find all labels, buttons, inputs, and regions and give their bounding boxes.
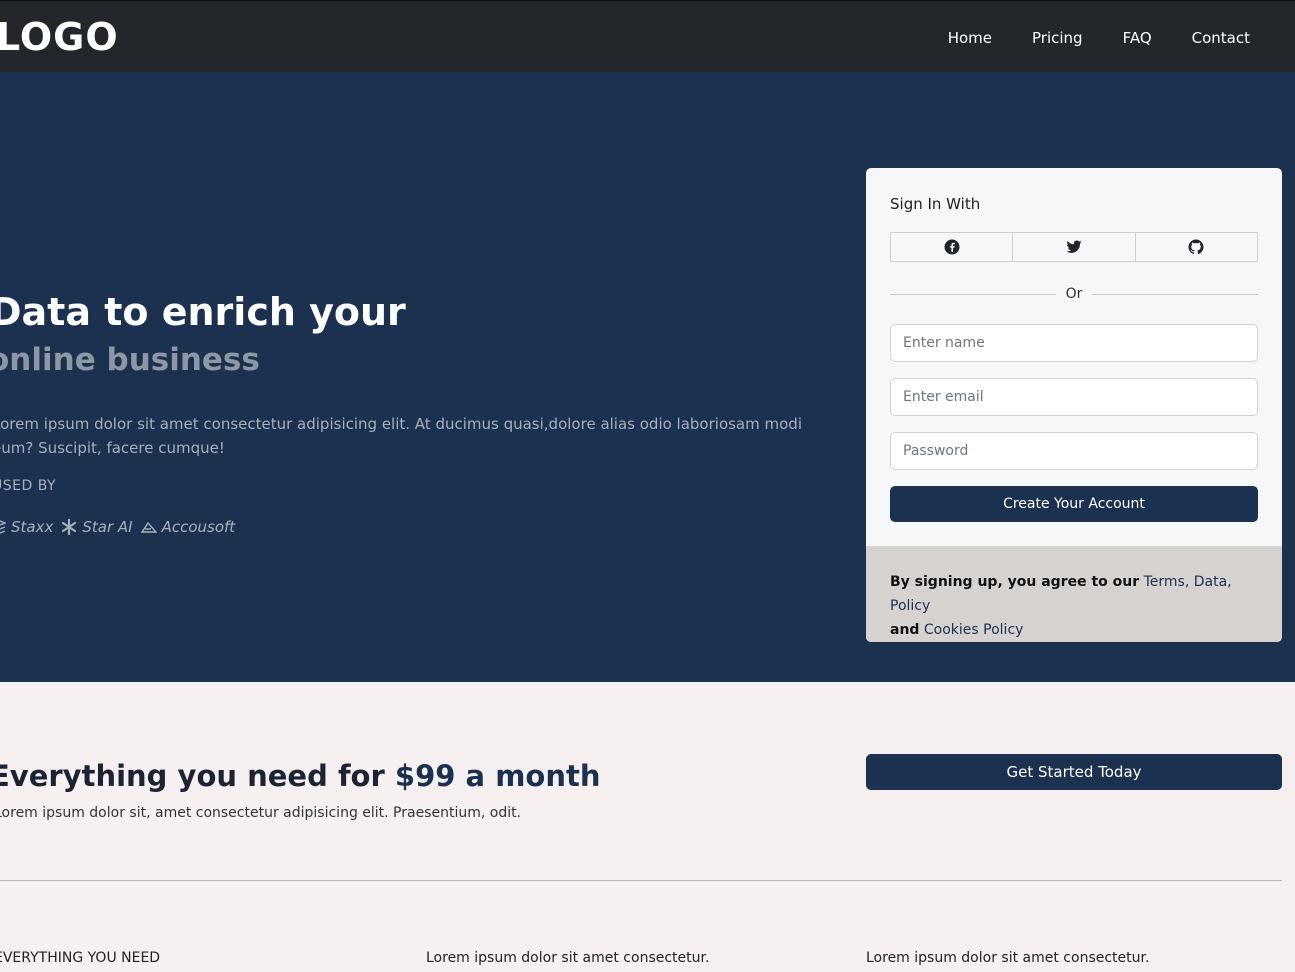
- logo[interactable]: LOGO: [0, 15, 119, 59]
- feature-item: Lorem ipsum dolor sit amet consectetur.: [426, 950, 710, 966]
- divider-line: [1092, 293, 1258, 295]
- brand-staxx: Staxx: [0, 518, 53, 536]
- nav-link-pricing[interactable]: Pricing: [1032, 27, 1083, 49]
- brand-star-ai: Star AI: [61, 518, 133, 536]
- brand-name: Staxx: [11, 518, 54, 536]
- divider-line: [890, 293, 1056, 295]
- twitter-icon: [1066, 240, 1082, 253]
- cookies-policy-link[interactable]: Cookies Policy: [924, 622, 1024, 638]
- get-started-button[interactable]: Get Started Today: [866, 754, 1282, 790]
- signup-title: Sign In With: [890, 195, 981, 213]
- asterisk-icon: [62, 519, 77, 535]
- password-input[interactable]: [890, 432, 1258, 470]
- section-divider: [0, 880, 1282, 881]
- mountain-icon: [140, 521, 157, 533]
- price-text: $99 a month: [394, 759, 601, 793]
- signup-card: Sign In With Or Create Your Account By s…: [866, 168, 1282, 642]
- brand-name: Star AI: [82, 518, 133, 536]
- hero-title: Data to enrich your: [0, 290, 406, 334]
- feature-item: Lorem ipsum dolor sit amet consectetur.: [866, 950, 1150, 966]
- social-login-group: [890, 232, 1258, 262]
- brand-list: Staxx Star AI Accousoft: [0, 518, 243, 536]
- navbar: LOGO Home Pricing FAQ Contact: [0, 0, 1295, 72]
- github-button[interactable]: [1136, 233, 1257, 261]
- brand-name: Accousoft: [161, 518, 236, 536]
- nav-links: Home Pricing FAQ Contact: [908, 27, 1250, 49]
- email-input[interactable]: [890, 378, 1258, 416]
- stack-icon: [0, 520, 6, 534]
- facebook-button[interactable]: [891, 233, 1014, 261]
- create-account-button[interactable]: Create Your Account: [890, 486, 1258, 522]
- facebook-icon: [944, 239, 960, 255]
- brand-accousoft: Accousoft: [140, 518, 236, 536]
- nav-link-contact[interactable]: Contact: [1192, 27, 1250, 49]
- twitter-button[interactable]: [1013, 233, 1136, 261]
- or-divider: Or: [890, 284, 1258, 304]
- nav-link-home[interactable]: Home: [948, 27, 992, 49]
- github-icon: [1188, 239, 1204, 255]
- pricing-title: Everything you need for $99 a month: [0, 756, 601, 796]
- pricing-description: Lorem ipsum dolor sit, amet consectetur …: [0, 805, 522, 821]
- terms-and-text: and: [890, 622, 920, 638]
- nav-link-faq[interactable]: FAQ: [1123, 27, 1152, 49]
- or-text: Or: [1065, 286, 1083, 302]
- name-input[interactable]: [890, 324, 1258, 362]
- feature-heading: EVERYTHING YOU NEED: [0, 950, 161, 966]
- terms-text: By signing up, you agree to our: [890, 574, 1140, 590]
- signup-terms: By signing up, you agree to our Terms, D…: [866, 546, 1282, 642]
- hero-subtitle: online business: [0, 342, 260, 378]
- pricing-title-prefix: Everything you need for: [0, 759, 385, 793]
- used-by-label: USED BY: [0, 478, 57, 494]
- hero-description: Lorem ipsum dolor sit amet consectetur a…: [0, 415, 802, 457]
